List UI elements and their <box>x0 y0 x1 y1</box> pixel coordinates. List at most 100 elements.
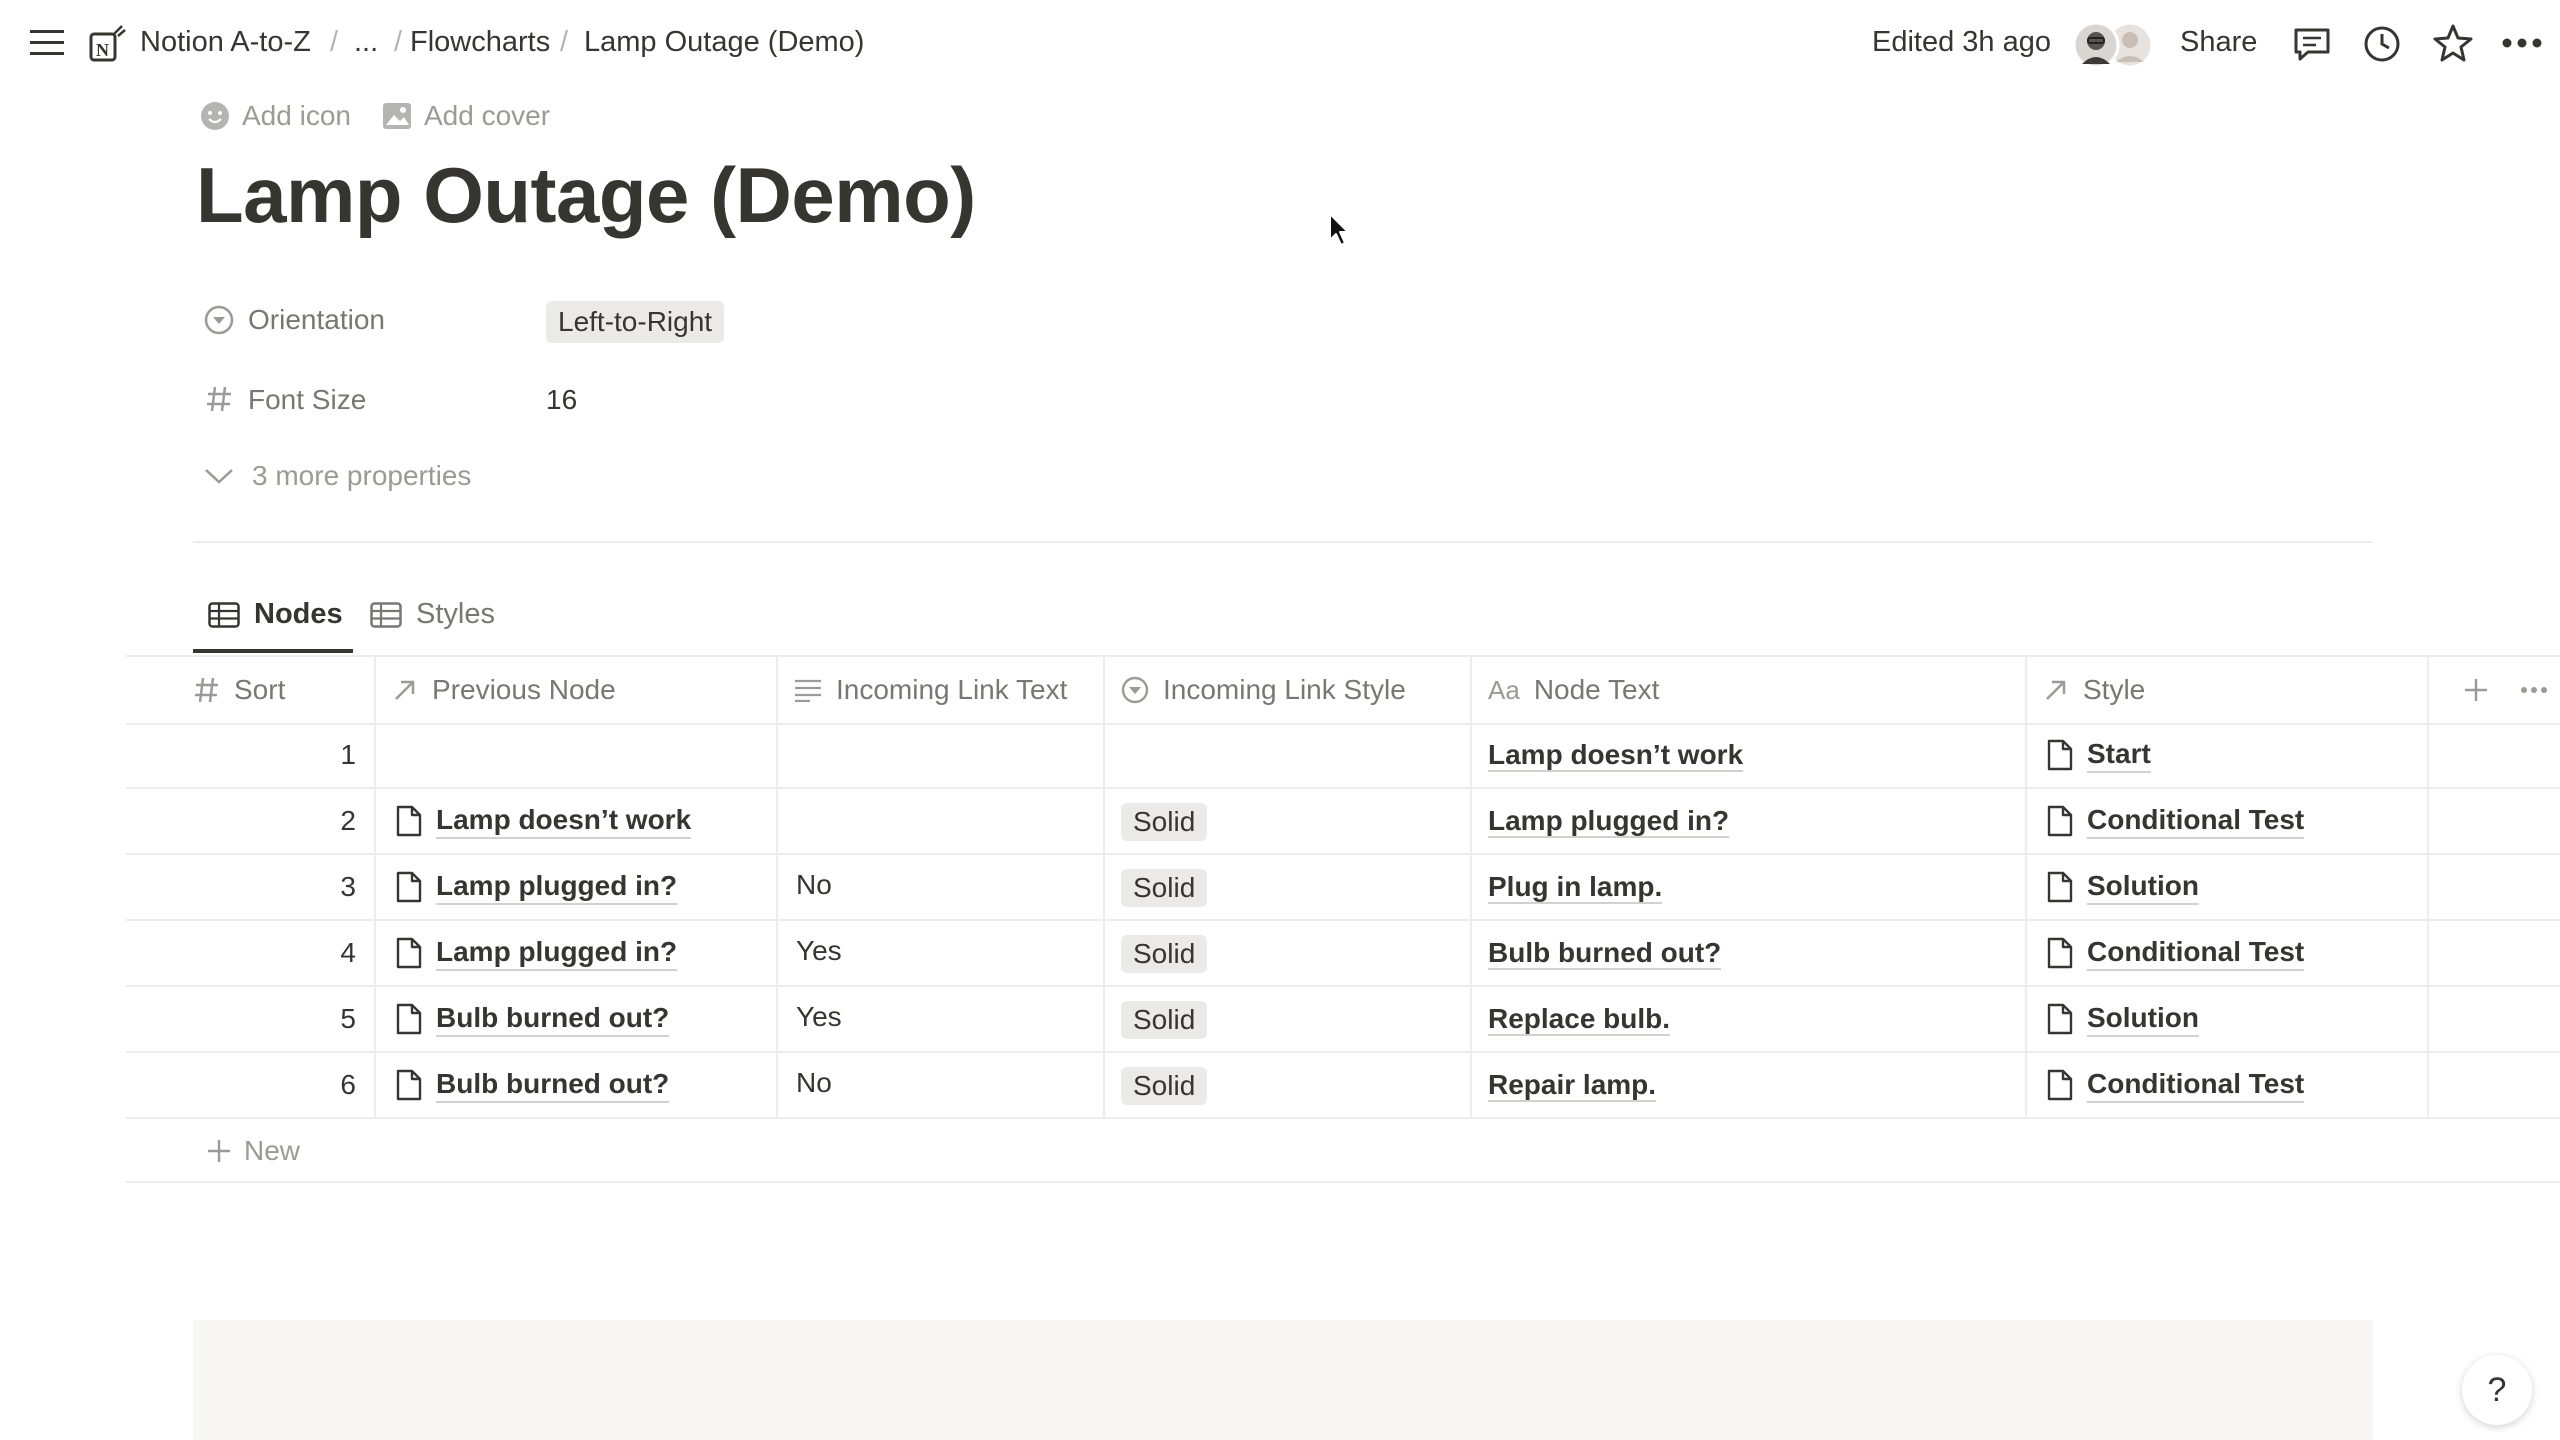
cell-previous-node[interactable]: Bulb burned out? <box>376 1053 778 1117</box>
cell-empty <box>2429 789 2560 853</box>
column-header-incoming-link-text[interactable]: Incoming Link Text <box>778 657 1105 723</box>
node-text-link[interactable]: Plug in lamp. <box>1488 871 1663 904</box>
cell-sort[interactable]: 5 <box>126 987 376 1051</box>
cell-sort[interactable]: 3 <box>126 855 376 919</box>
cell-incoming-link-text[interactable]: Yes <box>778 987 1105 1051</box>
cell-node-text[interactable]: Bulb burned out? <box>1472 921 2027 985</box>
breadcrumb-ellipsis[interactable]: ... <box>354 26 378 59</box>
property-value-orientation[interactable]: Left-to-Right <box>546 301 725 343</box>
page-title[interactable]: Lamp Outage (Demo) <box>196 150 976 241</box>
cell-node-text[interactable]: Replace bulb. <box>1472 987 2027 1051</box>
style-link[interactable]: Solution <box>2087 1001 2199 1037</box>
cell-style[interactable]: Conditional Test <box>2027 1053 2429 1117</box>
help-button[interactable]: ? <box>2462 1355 2532 1425</box>
cell-incoming-link-style[interactable]: Solid <box>1105 1053 1472 1117</box>
add-column-button[interactable] <box>2429 657 2560 723</box>
add-cover-button[interactable]: Add cover <box>382 100 550 132</box>
cell-incoming-link-style[interactable]: Solid <box>1105 789 1472 853</box>
new-row-button[interactable]: New <box>126 1119 2560 1183</box>
cell-incoming-link-style[interactable] <box>1105 723 1472 787</box>
table-row[interactable]: 4 Lamp plugged in? Yes Solid Bulb burned… <box>126 921 2560 987</box>
column-header-previous-node[interactable]: Previous Node <box>376 657 778 723</box>
cell-previous-node[interactable]: Lamp plugged in? <box>376 921 778 985</box>
table-row[interactable]: 2 Lamp doesn’t work Solid Lamp plugged i… <box>126 789 2560 855</box>
cell-node-text[interactable]: Repair lamp. <box>1472 1053 2027 1117</box>
column-header-sort[interactable]: Sort <box>126 657 376 723</box>
table-row[interactable]: 5 Bulb burned out? Yes Solid Replace bul… <box>126 987 2560 1053</box>
previous-node-link[interactable]: Bulb burned out? <box>436 1001 670 1037</box>
style-link[interactable]: Solution <box>2087 869 2199 905</box>
column-header-incoming-link-style[interactable]: Incoming Link Style <box>1105 657 1472 723</box>
property-label-font-size[interactable]: Font Size <box>248 384 366 416</box>
style-link[interactable]: Conditional Test <box>2087 935 2305 971</box>
column-header-style[interactable]: Style <box>2027 657 2429 723</box>
property-value-font-size[interactable]: 16 <box>546 384 577 416</box>
table-row[interactable]: 3 Lamp plugged in? No Solid Plug in lamp… <box>126 855 2560 921</box>
cell-empty <box>2429 1053 2560 1117</box>
cell-incoming-link-text[interactable] <box>778 789 1105 853</box>
tab-styles[interactable]: Styles <box>370 598 495 631</box>
cell-style[interactable]: Start <box>2027 723 2429 787</box>
node-text-link[interactable]: Repair lamp. <box>1488 1069 1657 1102</box>
more-properties-toggle[interactable]: 3 more properties <box>204 460 471 492</box>
cell-node-text[interactable]: Lamp doesn’t work <box>1472 723 2027 787</box>
cell-incoming-link-text[interactable]: No <box>778 1053 1105 1117</box>
property-label-orientation[interactable]: Orientation <box>248 304 385 336</box>
tab-nodes[interactable]: Nodes <box>208 598 343 631</box>
node-text-link[interactable]: Bulb burned out? <box>1488 937 1722 970</box>
style-link[interactable]: Start <box>2087 737 2151 773</box>
cell-style[interactable]: Conditional Test <box>2027 921 2429 985</box>
updates-clock-icon[interactable] <box>2362 24 2402 64</box>
cell-style[interactable]: Conditional Test <box>2027 789 2429 853</box>
cell-sort[interactable]: 4 <box>126 921 376 985</box>
cell-incoming-link-style[interactable]: Solid <box>1105 855 1472 919</box>
comments-icon[interactable] <box>2292 24 2332 64</box>
cell-previous-node[interactable] <box>376 723 778 787</box>
column-header-label: Previous Node <box>432 674 616 705</box>
breadcrumb-parent[interactable]: Flowcharts <box>410 26 550 59</box>
column-header-label: Node Text <box>1533 674 1660 705</box>
avatar[interactable] <box>2070 20 2156 70</box>
node-text-link[interactable]: Lamp doesn’t work <box>1488 739 1744 772</box>
column-header-node-text[interactable]: Aa Node Text <box>1472 657 2027 723</box>
style-link[interactable]: Conditional Test <box>2087 1067 2305 1103</box>
share-button[interactable]: Share <box>2180 26 2257 59</box>
cell-style[interactable]: Solution <box>2027 987 2429 1051</box>
chevron-down-icon <box>205 469 233 484</box>
cell-previous-node[interactable]: Lamp doesn’t work <box>376 789 778 853</box>
add-icon-button[interactable]: Add icon <box>200 100 351 132</box>
cell-previous-node[interactable]: Bulb burned out? <box>376 987 778 1051</box>
cell-incoming-link-style[interactable]: Solid <box>1105 921 1472 985</box>
cell-sort[interactable]: 1 <box>126 723 376 787</box>
sidebar-toggle-icon[interactable] <box>30 28 64 58</box>
cell-incoming-link-text[interactable] <box>778 723 1105 787</box>
cell-previous-node[interactable]: Lamp plugged in? <box>376 855 778 919</box>
previous-node-link[interactable]: Lamp plugged in? <box>436 935 678 971</box>
cell-incoming-link-style[interactable]: Solid <box>1105 987 1472 1051</box>
previous-node-link[interactable]: Bulb burned out? <box>436 1067 670 1103</box>
page-icon <box>396 1003 422 1035</box>
breadcrumb-current[interactable]: Lamp Outage (Demo) <box>584 26 864 59</box>
favorite-star-icon[interactable] <box>2432 22 2474 64</box>
table-row[interactable]: 1 Lamp doesn’t work Start <box>126 723 2560 789</box>
cell-node-text[interactable]: Lamp plugged in? <box>1472 789 2027 853</box>
table-header: Sort Previous Node Incoming Link Text In… <box>126 655 2560 725</box>
table-row[interactable]: 6 Bulb burned out? No Solid Repair lamp.… <box>126 1053 2560 1119</box>
style-link[interactable]: Conditional Test <box>2087 803 2305 839</box>
cell-empty <box>2429 987 2560 1051</box>
node-text-link[interactable]: Lamp plugged in? <box>1488 805 1730 838</box>
cell-node-text[interactable]: Plug in lamp. <box>1472 855 2027 919</box>
previous-node-link[interactable]: Lamp plugged in? <box>436 869 678 905</box>
cell-sort[interactable]: 2 <box>126 789 376 853</box>
cell-style[interactable]: Solution <box>2027 855 2429 919</box>
cell-sort[interactable]: 6 <box>126 1053 376 1117</box>
breadcrumb-workspace[interactable]: Notion A-to-Z <box>140 26 311 59</box>
previous-node-link[interactable]: Lamp doesn’t work <box>436 803 692 839</box>
cell-incoming-link-text[interactable]: Yes <box>778 921 1105 985</box>
page-icon <box>396 805 422 837</box>
node-text-link[interactable]: Replace bulb. <box>1488 1003 1671 1036</box>
more-options-icon[interactable] <box>2521 686 2547 694</box>
embed-block[interactable] <box>193 1320 2373 1440</box>
cell-incoming-link-text[interactable]: No <box>778 855 1105 919</box>
more-options-icon[interactable] <box>2502 38 2542 48</box>
